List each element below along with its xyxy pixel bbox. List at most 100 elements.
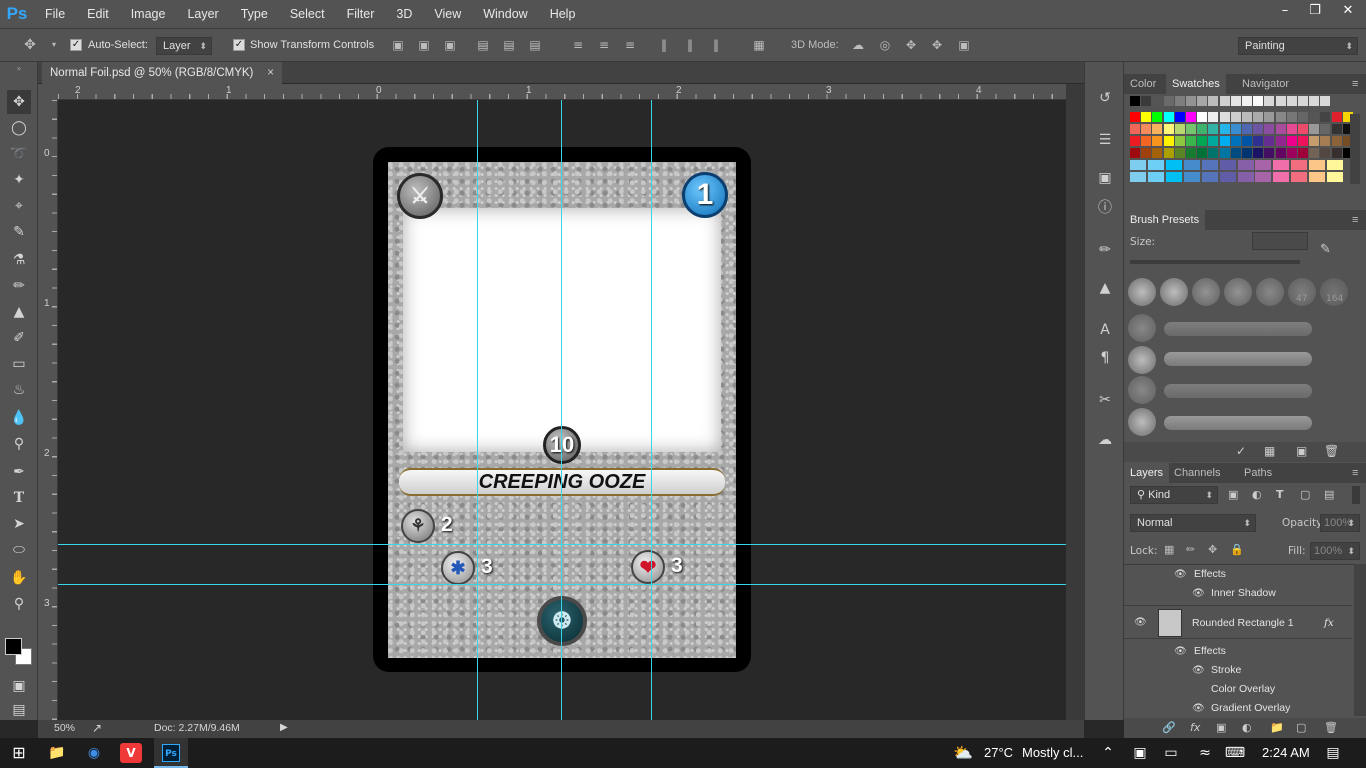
chevron-down-icon[interactable]: ▾ [46,37,62,53]
tab-paths[interactable]: Paths [1238,463,1278,483]
panel-menu-icon[interactable]: ≡ [1346,210,1364,230]
distribute-bottom-icon[interactable]: ≡ [622,37,638,53]
color-swatch[interactable] [1152,96,1163,106]
move-tool-icon[interactable]: ✥ [22,37,38,53]
align-top-icon[interactable]: ▣ [390,37,406,53]
color-swatch[interactable] [1208,96,1219,106]
eye-icon[interactable]: 👁 [1174,565,1187,584]
color-swatch[interactable] [1208,148,1219,158]
workspace-dropdown[interactable]: Painting [1238,37,1358,55]
color-swatch[interactable] [1242,112,1252,122]
lasso-tool-icon[interactable]: ➰ [7,142,31,166]
align-right-icon[interactable]: ▤ [527,37,543,53]
temperature[interactable]: 27°C [984,738,1013,768]
color-swatch[interactable] [1141,112,1152,122]
clock[interactable]: 2:24 AM [1262,738,1310,768]
brush-preset[interactable] [1128,346,1156,374]
menu-select[interactable]: Select [279,0,336,28]
3d-icon[interactable]: ▣ [1095,168,1115,188]
color-swatch[interactable] [1186,112,1196,122]
share-icon[interactable]: ↗ [92,721,102,735]
color-swatch[interactable] [1130,124,1140,134]
layer-effect-row[interactable]: 👁 Stroke [1124,661,1352,680]
fill-input[interactable]: 100% [1310,542,1360,560]
align-bottom-icon[interactable]: ▣ [442,37,458,53]
color-swatch[interactable] [1237,160,1254,170]
color-swatch[interactable] [1208,112,1219,122]
color-swatch[interactable] [1242,124,1252,134]
color-swatch[interactable] [1273,160,1290,170]
new-brush-icon[interactable]: ✎ [1320,242,1331,257]
3d-slide-icon[interactable]: ✥ [929,37,945,53]
crop-tool-icon[interactable]: ⌖ [7,194,31,218]
fx-badge[interactable]: fx [1324,606,1334,640]
distribute-left-icon[interactable]: ‖ [656,37,672,53]
color-swatch[interactable] [1264,148,1275,158]
color-swatch[interactable] [1165,160,1182,170]
lock-pixels-icon[interactable]: ✏ [1186,543,1195,556]
tab-navigator[interactable]: Navigator [1236,74,1295,94]
color-swatch[interactable] [1286,136,1297,146]
new-preset-icon[interactable]: ▣ [1296,444,1307,458]
layer-row[interactable]: 👁 Rounded Rectangle 1 fx [1124,605,1352,639]
color-swatch[interactable] [1253,148,1264,158]
color-swatch[interactable] [1253,96,1264,106]
menu-type[interactable]: Type [230,0,279,28]
color-swatch[interactable] [1183,160,1200,170]
weather-text[interactable]: Mostly cl... [1022,738,1083,768]
brush-preset[interactable] [1128,376,1156,404]
filter-smart-icon[interactable]: ▤ [1324,488,1334,501]
color-swatch[interactable] [1163,96,1174,106]
canvas-area[interactable]: ⚔ 1 10 CREEPING OOZE ⚘ 2 ✱ 3 ❤ 3 ❂ [58,100,1066,720]
color-swatch[interactable] [1327,172,1344,182]
color-swatch[interactable] [1309,112,1320,122]
color-swatch[interactable] [1309,136,1320,146]
blur-tool-icon[interactable]: 💧 [7,406,31,430]
add-mask-icon[interactable]: ▣ [1216,721,1226,734]
color-swatch[interactable] [1298,112,1308,122]
color-swatch[interactable] [1186,96,1196,106]
color-swatch[interactable] [1286,112,1297,122]
color-swatch[interactable] [1327,160,1344,170]
color-swatch[interactable] [1147,160,1164,170]
color-swatch[interactable] [1264,112,1275,122]
auto-select-checkbox[interactable]: ✓ [70,39,82,51]
color-swatch[interactable] [1174,124,1185,134]
align-left-icon[interactable]: ▤ [475,37,491,53]
color-swatch[interactable] [1264,124,1275,134]
color-swatch[interactable] [1219,136,1230,146]
close-button[interactable]: ✕ [1330,0,1366,22]
color-swatch[interactable] [1201,172,1218,182]
filter-type-icon[interactable]: T [1276,488,1284,501]
color-swatch[interactable] [1141,136,1152,146]
color-swatch[interactable] [1320,112,1331,122]
link-layers-icon[interactable]: 🔗 [1162,721,1176,734]
chevron-up-icon[interactable]: ⌃ [1097,743,1119,763]
color-swatch[interactable] [1253,136,1264,146]
filter-pixel-icon[interactable]: ▣ [1228,488,1238,501]
color-swatch[interactable] [1219,148,1230,158]
color-swatch[interactable] [1174,148,1185,158]
new-layer-icon[interactable]: ▢ [1296,721,1306,734]
color-swatch[interactable] [1219,160,1236,170]
color-swatch[interactable] [1163,112,1174,122]
color-swatch[interactable] [1152,136,1163,146]
add-style-icon[interactable]: fx [1190,721,1200,734]
color-swatch[interactable] [1219,96,1230,106]
color-swatch[interactable] [1275,124,1286,134]
dodge-tool-icon[interactable]: ⚲ [7,432,31,456]
document-scrollbar[interactable] [1066,84,1084,720]
history-brush-icon[interactable]: ✐ [7,326,31,350]
paint-bucket-icon[interactable]: ♨ [7,378,31,402]
character-icon[interactable]: A [1095,320,1115,340]
tab-swatches[interactable]: Swatches [1166,74,1226,94]
eye-icon[interactable]: 👁 [1192,584,1205,603]
color-swatch[interactable] [1197,96,1208,106]
color-swatch[interactable] [1163,136,1174,146]
panel-menu-icon[interactable]: ≡ [1346,74,1364,94]
color-swatch[interactable] [1219,124,1230,134]
color-swatch[interactable] [1163,148,1174,158]
lock-position-icon[interactable]: ✥ [1208,543,1217,556]
trash-icon[interactable]: 🗑 [1324,444,1339,458]
brush-preset[interactable] [1160,278,1188,306]
